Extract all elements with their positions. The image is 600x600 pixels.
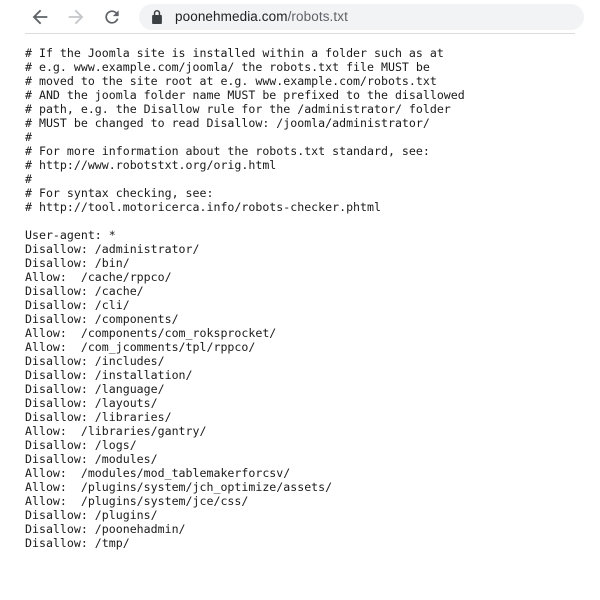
arrow-left-icon xyxy=(29,6,51,28)
robots-txt-content: # If the Joomla site is installed within… xyxy=(25,46,465,550)
url-path: /robots.txt xyxy=(287,10,348,24)
browser-toolbar: poonehmedia.com/robots.txt xyxy=(0,0,600,34)
arrow-right-icon xyxy=(65,6,87,28)
page-content-area: # If the Joomla site is installed within… xyxy=(0,35,600,600)
url-text: poonehmedia.com/robots.txt xyxy=(175,10,348,24)
lock-icon xyxy=(151,10,163,24)
address-bar[interactable]: poonehmedia.com/robots.txt xyxy=(139,4,584,30)
forward-button[interactable] xyxy=(61,2,91,32)
reload-icon xyxy=(102,7,122,27)
back-button[interactable] xyxy=(25,2,55,32)
reload-button[interactable] xyxy=(97,2,127,32)
url-domain: poonehmedia.com xyxy=(175,10,288,24)
